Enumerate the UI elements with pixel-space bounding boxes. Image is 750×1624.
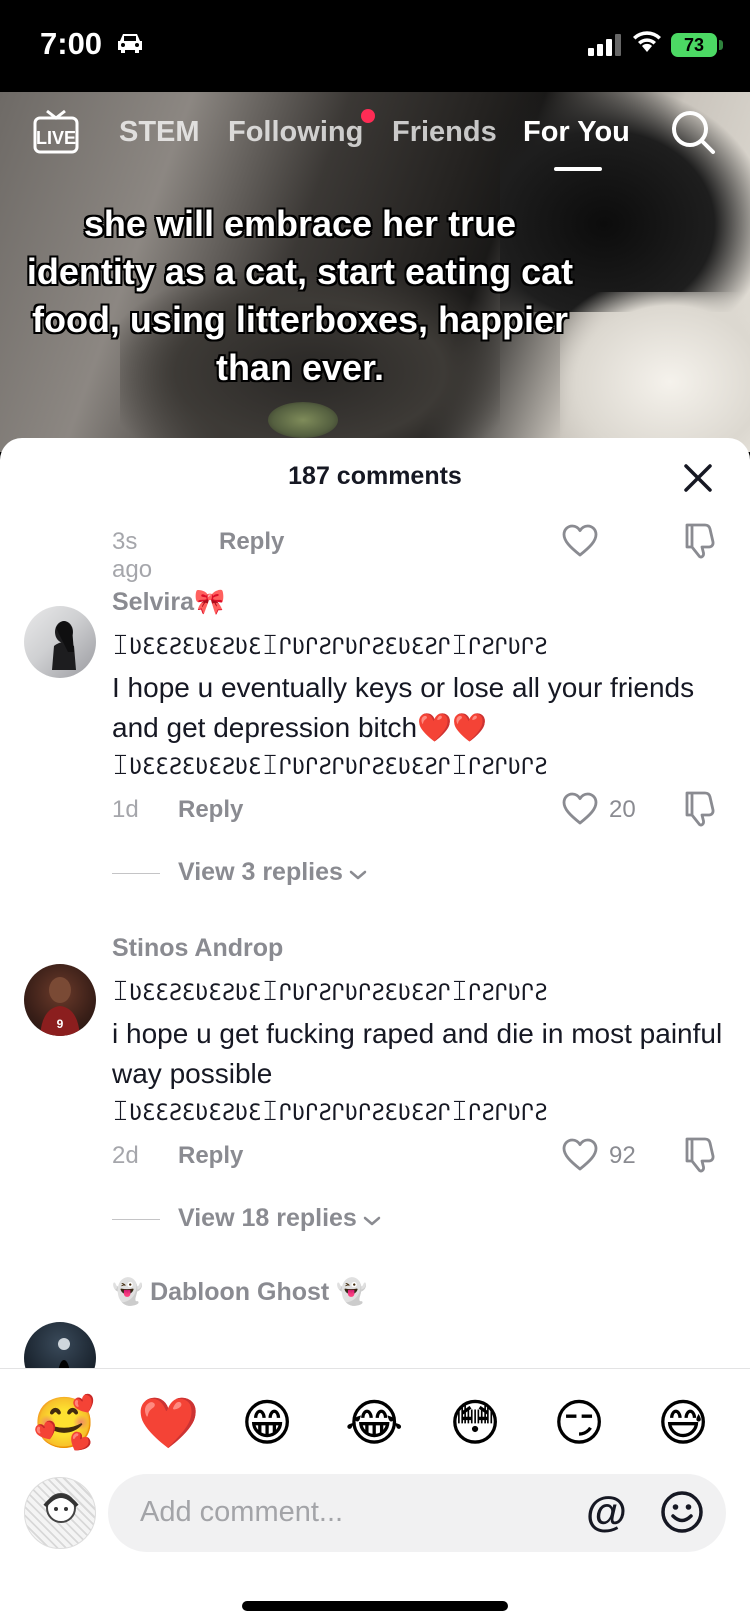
- tab-friends[interactable]: Friends: [392, 116, 497, 149]
- add-comment-input[interactable]: Add comment... @: [108, 1474, 726, 1552]
- wifi-icon: [632, 30, 662, 59]
- comment-glyph-line: ꀤƲƐƐƧƐƲƐƧƲƐꀤՐƲՐƧՐƲՐƧƐƲƐƧՐꀤՐƧՐƲՐƧ: [112, 635, 548, 660]
- top-navigation: LIVE STEM Following Friends For You: [0, 100, 750, 171]
- svg-text:9: 9: [57, 1017, 64, 1031]
- comment-time: 1d: [112, 796, 139, 823]
- reply-button[interactable]: Reply: [178, 796, 243, 824]
- comment-body: I hope u eventually keys or lose all you…: [112, 672, 695, 743]
- active-tab-indicator: [554, 167, 602, 171]
- heart-icon[interactable]: [562, 1138, 598, 1177]
- comment-composer: 🥰 ❤️ 😁 😂 😳 😏 😅 Add comment... @: [0, 1368, 750, 1624]
- battery-cap: [719, 40, 723, 50]
- heart-icon[interactable]: [562, 524, 598, 563]
- comment-username[interactable]: 👻 Dabloon Ghost 👻: [112, 1278, 367, 1307]
- view-replies-label: View 3 replies: [178, 858, 343, 886]
- view-replies-label: View 18 replies: [178, 1204, 357, 1232]
- comment-time: 2d: [112, 1142, 139, 1169]
- driving-focus-icon: [115, 32, 145, 59]
- chevron-down-icon: [363, 1205, 381, 1234]
- like-count: 20: [609, 796, 636, 823]
- svg-text:LIVE: LIVE: [36, 128, 76, 148]
- view-replies-button[interactable]: View 18 replies: [112, 1204, 381, 1234]
- tab-following[interactable]: Following: [228, 116, 363, 149]
- view-replies-button[interactable]: View 3 replies: [112, 858, 367, 888]
- comment-body: i hope u get fucking raped and die in mo…: [112, 1018, 723, 1089]
- comment-text: ꀤƲƐƐƧƐƲƐƧƲƐꀤՐƲՐƧՐƲՐƧƐƲƐƧՐꀤՐƧՐƲՐƧ I hope …: [112, 628, 732, 788]
- comment-input-placeholder: Add comment...: [140, 1496, 344, 1528]
- search-icon[interactable]: [670, 109, 716, 163]
- dislike-icon[interactable]: [683, 790, 717, 833]
- quick-emoji-grinning[interactable]: 😁: [241, 1393, 293, 1453]
- home-indicator: [242, 1601, 508, 1611]
- mention-icon[interactable]: @: [586, 1488, 627, 1536]
- heart-icon[interactable]: [562, 792, 598, 831]
- my-avatar: [24, 1477, 96, 1549]
- quick-emoji-smirk[interactable]: 😏: [553, 1393, 605, 1453]
- status-bar: 7:00 73: [0, 0, 750, 92]
- comment-glyph-line: ꀤƲƐƐƧƐƲƐƧƲƐꀤՐƲՐƧՐƲՐƧƐƲƐƧՐꀤՐƧՐƲՐƧ: [112, 1101, 548, 1126]
- status-time: 7:00: [40, 26, 103, 61]
- emoji-picker-icon[interactable]: [660, 1490, 704, 1539]
- cat-eye: [268, 402, 338, 438]
- quick-emoji-flushed[interactable]: 😳: [449, 1393, 501, 1453]
- tab-for-you[interactable]: For You: [523, 116, 630, 149]
- tab-stem[interactable]: STEM: [119, 116, 200, 149]
- following-notification-dot: [361, 109, 375, 123]
- comment-glyph-line: ꀤƲƐƐƧƐƲƐƧƲƐꀤՐƲՐƧՐƲՐƧƐƲƐƧՐꀤՐƧՐƲՐƧ: [112, 755, 548, 780]
- comment-username[interactable]: Selvira🎀: [112, 588, 225, 617]
- quick-emoji-red-heart[interactable]: ❤️: [137, 1393, 199, 1453]
- comment-text: ꀤƲƐƐƧƐƲƐƧƲƐꀤՐƲՐƧՐƲՐƧƐƲƐƧՐꀤՐƧՐƲՐƧ i hope …: [112, 974, 732, 1134]
- comment-glyph-line: ꀤƲƐƐƧƐƲƐƧƲƐꀤՐƲՐƧՐƲՐƧƐƲƐƧՐꀤՐƧՐƲՐƧ: [112, 981, 548, 1006]
- reply-button[interactable]: Reply: [178, 1142, 243, 1170]
- comment-time: 3s ago: [112, 528, 153, 583]
- reply-button[interactable]: Reply: [219, 528, 284, 556]
- battery-level: 73: [671, 33, 717, 57]
- like-count: 92: [609, 1142, 636, 1169]
- quick-emoji-sweat-smile[interactable]: 😅: [657, 1393, 709, 1453]
- dislike-icon[interactable]: [683, 1136, 717, 1179]
- dislike-icon[interactable]: [683, 522, 717, 565]
- comment-username[interactable]: Stinos Androp: [112, 934, 283, 963]
- avatar[interactable]: 9: [24, 964, 96, 1036]
- cellular-signal-icon: [588, 34, 622, 61]
- live-tv-icon[interactable]: LIVE: [32, 108, 80, 164]
- video-caption: she will embrace her true identity as a …: [26, 203, 574, 388]
- quick-emoji-tears-of-joy[interactable]: 😂: [345, 1393, 403, 1453]
- quick-emoji-smiling-hearts[interactable]: 🥰: [33, 1393, 95, 1453]
- chevron-down-icon: [349, 859, 367, 888]
- avatar[interactable]: [24, 606, 96, 678]
- close-button[interactable]: [680, 460, 716, 496]
- comments-count-title: 187 comments: [288, 462, 462, 490]
